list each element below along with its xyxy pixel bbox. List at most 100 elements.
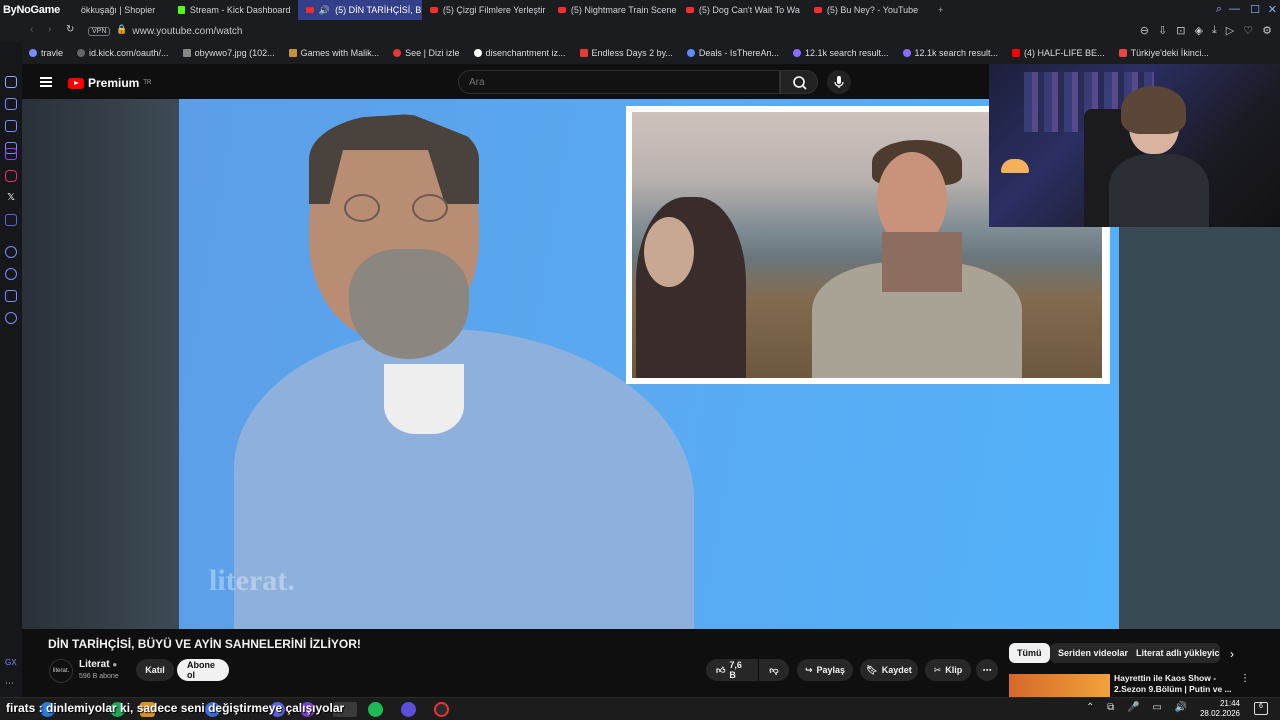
chevron-right-icon[interactable]: › xyxy=(1230,647,1234,661)
recommended-title[interactable]: Hayrettin ile Kaos Show -2.Sezon 9.Bölüm… xyxy=(1114,673,1232,695)
search-button[interactable] xyxy=(780,70,818,94)
recommended-thumbnail[interactable] xyxy=(1009,674,1110,697)
more-icon[interactable]: ⋯ xyxy=(5,678,17,690)
video-frame[interactable]: literat. xyxy=(179,99,1119,629)
clock-date: 28.02.2026 xyxy=(1199,709,1240,718)
back-icon[interactable]: ‹ xyxy=(30,24,33,35)
instagram-icon[interactable] xyxy=(5,170,17,182)
tab-label: (5) Çizgi Filmlere Yerleştir xyxy=(442,5,546,15)
bookmark-item[interactable]: 12.1k search result... xyxy=(896,48,1006,58)
zoom-icon[interactable]: ⊖ xyxy=(1140,24,1149,37)
discord-icon[interactable] xyxy=(5,214,17,226)
speaker-icon[interactable]: 🔊 xyxy=(319,5,330,16)
maximize-icon[interactable]: ☐ xyxy=(1250,3,1260,16)
bookmark-item[interactable]: Games with Malik... xyxy=(282,48,387,58)
bookmark-item[interactable]: travle xyxy=(22,48,70,58)
chip-series-videos[interactable]: Seriden videolar xyxy=(1050,643,1137,663)
bookmark-item[interactable]: disenchantment iz... xyxy=(467,48,573,58)
tab-din-tarihcisi[interactable]: 🔊 (5) DİN TARİHÇİSİ, BÜ xyxy=(297,0,422,20)
bookmark-item[interactable]: Endless Days 2 by... xyxy=(573,48,680,58)
like-button[interactable]: 👍︎ 7,6 B xyxy=(706,659,758,681)
os-taskbar: firats : dinlemiyolar ki, sadece seni de… xyxy=(0,697,1280,720)
youtube-premium-logo[interactable]: Premium TR xyxy=(68,76,151,90)
app-icon[interactable] xyxy=(401,702,416,717)
join-button[interactable]: Katıl xyxy=(136,659,174,681)
rec-title-line: Hayrettin ile Kaos Show - xyxy=(1114,673,1217,683)
spotify-icon[interactable] xyxy=(368,702,383,717)
lock-icon[interactable]: 🔒 xyxy=(116,24,127,35)
opera-gx-icon[interactable] xyxy=(434,702,449,717)
notification-icon[interactable]: 6 xyxy=(1254,702,1268,715)
gaming-icon[interactable] xyxy=(5,98,17,110)
clock[interactable]: 21:44 28.02.2026 xyxy=(1200,699,1240,719)
tab-dog-cant-wait[interactable]: (5) Dog Can't Wait To Wa xyxy=(678,0,806,20)
settings-icon[interactable] xyxy=(5,312,17,324)
bookmark-item[interactable]: See | Dizi izle xyxy=(386,48,466,58)
logo-region: TR xyxy=(143,80,152,86)
bookmark-item[interactable]: Deals - IsThereAn... xyxy=(680,48,786,58)
bookmark-label: Türkiye'deki İkinci... xyxy=(1130,48,1209,58)
channel-avatar[interactable]: literat. xyxy=(49,659,73,683)
x-icon[interactable]: 𝕏 xyxy=(5,192,17,204)
share-button[interactable]: ↪ Paylaş xyxy=(797,659,853,681)
subscribe-button[interactable]: Abone ol xyxy=(177,659,229,681)
new-tab-button[interactable]: + xyxy=(938,5,943,15)
google-icon xyxy=(473,49,482,57)
vpn-badge[interactable]: VPN xyxy=(88,26,111,36)
play-icon[interactable]: ▷ xyxy=(1226,24,1234,37)
pin-icon[interactable]: ⇩ xyxy=(1158,24,1167,37)
download-icon[interactable]: ⤓ xyxy=(1212,24,1217,37)
extensions-icon[interactable] xyxy=(5,290,17,302)
screenshot-icon[interactable]: ⊡ xyxy=(1176,24,1185,37)
settings-icon[interactable]: ⚙ xyxy=(1262,24,1272,37)
tab-cizgi-filmlere[interactable]: (5) Çizgi Filmlere Yerleştir xyxy=(422,0,550,20)
system-tray[interactable]: ⌃ ⧉ 🎤 ▭ 🔊 xyxy=(1086,702,1192,713)
rec-title-line: 2.Sezon 9.Bölüm | Putin ve ... xyxy=(1114,684,1232,694)
clip-button[interactable]: ✂ Klip xyxy=(925,659,971,681)
search-tabs-icon[interactable]: ⌕ xyxy=(1216,3,1222,16)
video-person-beard xyxy=(349,249,469,359)
bookmark-item[interactable]: id.kick.com/oauth/... xyxy=(70,48,176,58)
bookmark-item[interactable]: (4) HALF-LIFE BE... xyxy=(1005,48,1112,58)
bookmark-label: travle xyxy=(41,48,64,58)
close-icon[interactable]: ✕ xyxy=(1268,3,1277,16)
shield-icon[interactable]: ◈ xyxy=(1194,24,1202,37)
minimize-icon[interactable]: — xyxy=(1229,3,1240,15)
forward-icon[interactable]: › xyxy=(48,24,51,35)
bookmark-icon xyxy=(182,49,191,57)
bookmark-label: (4) HALF-LIFE BE... xyxy=(1024,48,1105,58)
twitch-icon[interactable] xyxy=(5,148,17,160)
streamer-webcam xyxy=(989,64,1280,227)
tab-shopier[interactable]: ökkuşağı | Shopier xyxy=(60,0,170,20)
more-actions-button[interactable]: ⋯ xyxy=(976,659,998,681)
tab-label: (5) Bu Ney? - YouTube xyxy=(826,5,919,15)
voice-search-button[interactable] xyxy=(827,70,851,94)
dislike-button[interactable]: 👎︎ xyxy=(759,659,789,681)
channel-name[interactable]: Literat ● xyxy=(79,659,117,670)
bookmark-item[interactable]: 12.1k search result... xyxy=(786,48,896,58)
tab-nightmare-train[interactable]: (5) Nightmare Train Scene xyxy=(550,0,678,20)
menu-icon[interactable] xyxy=(40,77,52,87)
wallet-icon[interactable] xyxy=(5,120,17,132)
gx-icon[interactable]: GX xyxy=(5,658,17,670)
bookmark-item[interactable]: Türkiye'deki İkinci... xyxy=(1112,48,1216,58)
tab-kick-dashboard[interactable]: Stream - Kick Dashboard xyxy=(170,0,298,20)
search-input[interactable] xyxy=(458,70,780,94)
save-button[interactable]: 🔖︎ Kaydet xyxy=(860,659,918,681)
heart-icon[interactable]: ♡ xyxy=(1243,24,1253,37)
youtube-icon xyxy=(305,7,314,13)
bookmark-item[interactable]: obywwo7.jpg (102... xyxy=(176,48,282,58)
url-field[interactable]: www.youtube.com/watch xyxy=(132,26,242,37)
player-icon[interactable] xyxy=(5,246,17,258)
microphone-icon xyxy=(834,76,844,88)
messenger-icon[interactable] xyxy=(5,76,17,88)
recommended-menu-icon[interactable]: ⋮ xyxy=(1240,673,1250,684)
bookmark-label: 12.1k search result... xyxy=(914,48,999,58)
chip-uploader[interactable]: Literat adlı yükleyicid xyxy=(1128,643,1220,663)
reload-icon[interactable]: ↻ xyxy=(66,24,74,35)
history-icon[interactable] xyxy=(5,268,17,280)
bookmark-icon xyxy=(902,49,911,57)
tab-bu-ney[interactable]: (5) Bu Ney? - YouTube xyxy=(806,0,934,20)
search-icon xyxy=(793,76,807,90)
chip-all[interactable]: Tümü xyxy=(1009,643,1050,663)
